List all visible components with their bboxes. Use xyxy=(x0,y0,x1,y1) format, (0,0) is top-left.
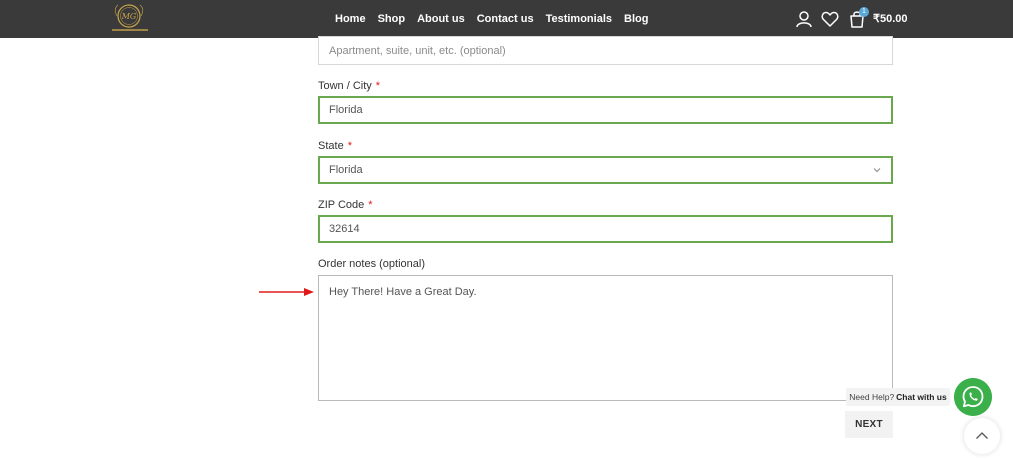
city-value: Florida xyxy=(329,104,363,116)
cart-count-badge: 1 xyxy=(859,7,869,17)
nav-testimonials[interactable]: Testimonials xyxy=(546,13,612,25)
state-select[interactable]: Florida xyxy=(318,156,893,184)
order-notes-textarea[interactable]: Hey There! Have a Great Day. xyxy=(318,275,893,401)
required-mark: * xyxy=(375,80,381,92)
user-icon[interactable] xyxy=(794,9,814,29)
scroll-to-top-icon[interactable] xyxy=(964,418,1000,454)
nav-about[interactable]: About us xyxy=(417,13,465,25)
nav-blog[interactable]: Blog xyxy=(624,13,648,25)
state-value: Florida xyxy=(329,164,363,176)
annotation-arrow-icon xyxy=(259,288,314,296)
site-logo[interactable]: MG xyxy=(109,1,151,34)
state-label: State * xyxy=(318,140,352,152)
city-input[interactable]: Florida xyxy=(318,96,893,124)
apartment-placeholder: Apartment, suite, unit, etc. (optional) xyxy=(329,44,506,57)
next-button[interactable]: NEXT xyxy=(845,411,893,438)
site-header: MG Home Shop About us Contact us Testimo… xyxy=(0,0,1013,38)
cart-total[interactable]: ₹50.00 xyxy=(873,12,908,25)
zip-label: ZIP Code * xyxy=(318,199,373,211)
zip-input[interactable]: 32614 xyxy=(318,215,893,243)
chevron-down-icon xyxy=(873,168,881,173)
whatsapp-icon[interactable] xyxy=(954,378,992,416)
nav-contact[interactable]: Contact us xyxy=(477,13,534,25)
nav-home[interactable]: Home xyxy=(335,13,366,25)
city-label: Town / City * xyxy=(318,80,381,92)
svg-text:MG: MG xyxy=(121,12,137,21)
order-notes-label: Order notes (optional) xyxy=(318,258,425,270)
nav-shop[interactable]: Shop xyxy=(378,13,406,25)
required-mark: * xyxy=(347,140,352,152)
required-mark: * xyxy=(368,199,373,211)
heart-icon[interactable] xyxy=(820,9,840,29)
apartment-input[interactable]: Apartment, suite, unit, etc. (optional) xyxy=(318,36,893,65)
zip-value: 32614 xyxy=(329,223,360,235)
main-nav: Home Shop About us Contact us Testimonia… xyxy=(335,0,660,38)
help-chat-bubble[interactable]: Need Help? Chat with us xyxy=(846,388,950,406)
